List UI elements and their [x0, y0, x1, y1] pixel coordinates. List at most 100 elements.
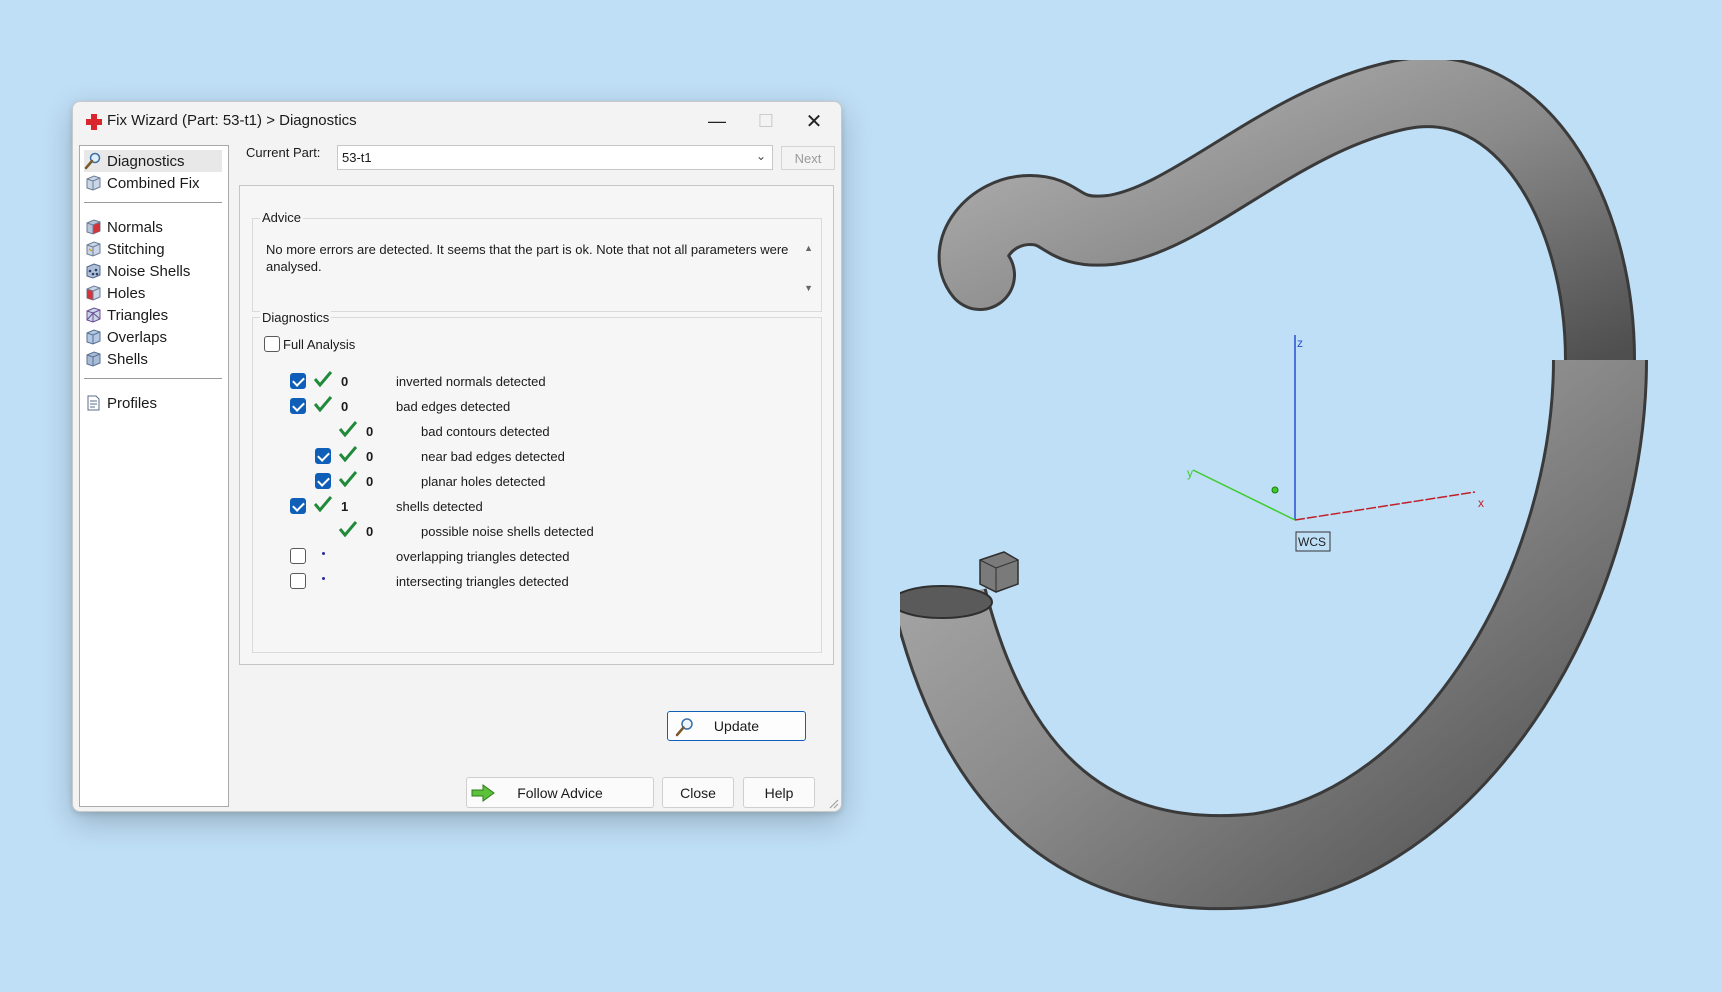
near-bad-edges-label: near bad edges detected	[421, 449, 565, 464]
checkmark-icon	[339, 471, 357, 487]
inverted-normals-label: inverted normals detected	[396, 374, 546, 389]
cube-icon	[86, 329, 101, 345]
advice-title: Advice	[260, 210, 304, 225]
nav-item-label: Holes	[107, 284, 146, 302]
maximize-button[interactable]: ☐	[743, 102, 789, 140]
nav-item-shells[interactable]: Shells	[84, 348, 222, 370]
nav-item-label: Normals	[107, 218, 163, 236]
bad-edges-count: 0	[341, 399, 349, 414]
noise-shells-label: possible noise shells detected	[421, 524, 594, 539]
red-cross-icon	[86, 114, 102, 130]
nav-item-diagnostics[interactable]: Diagnostics	[84, 150, 222, 172]
fix-wizard-nav: Diagnostics Combined Fix Normals Stitchi…	[79, 145, 229, 807]
cube-icon	[86, 219, 101, 235]
next-button[interactable]: Next	[781, 146, 835, 170]
cube-icon	[86, 351, 101, 367]
update-button[interactable]: Update	[667, 711, 806, 741]
title-bar[interactable]: Fix Wizard (Part: 53-t1) > Diagnostics —…	[73, 102, 841, 140]
help-button[interactable]: Help	[743, 777, 815, 808]
shells-count: 1	[341, 499, 349, 514]
scroll-up-icon[interactable]: ▲	[804, 243, 813, 253]
bad-edges-checkbox[interactable]	[290, 398, 306, 414]
overlapping-triangles-label: overlapping triangles detected	[396, 549, 570, 564]
checkmark-icon	[339, 521, 357, 537]
nav-item-stitching[interactable]: Stitching	[84, 238, 222, 260]
checkmark-icon	[339, 421, 357, 437]
shells-label: shells detected	[396, 499, 483, 514]
z-axis-label: z	[1297, 336, 1303, 350]
pending-dot-icon	[322, 552, 325, 555]
overlapping-triangles-checkbox[interactable]	[290, 548, 306, 564]
nav-item-combined-fix[interactable]: Combined Fix	[84, 172, 222, 194]
checkmark-icon	[339, 446, 357, 462]
minimize-button[interactable]: —	[694, 102, 740, 140]
diagnostics-title: Diagnostics	[260, 310, 332, 325]
nav-item-label: Shells	[107, 350, 148, 368]
nav-divider	[84, 378, 222, 379]
magnifier-icon	[675, 718, 693, 737]
near-bad-edges-count: 0	[366, 449, 374, 464]
nav-item-label: Overlaps	[107, 328, 168, 346]
nav-item-label: Triangles	[107, 306, 169, 324]
planar-holes-checkbox[interactable]	[315, 473, 331, 489]
resize-grip-icon[interactable]	[827, 797, 839, 809]
close-button[interactable]: Close	[662, 777, 734, 808]
near-bad-edges-checkbox[interactable]	[315, 448, 331, 464]
cube-icon	[86, 285, 101, 301]
document-icon	[87, 395, 100, 411]
current-part-label: Current Part:	[246, 145, 321, 160]
x-axis-label: x	[1478, 496, 1484, 510]
nav-item-label: Stitching	[107, 240, 165, 258]
arrow-right-icon	[471, 784, 495, 802]
cube-icon	[86, 175, 101, 191]
pending-dot-icon	[322, 577, 325, 580]
nav-item-label: Profiles	[107, 394, 158, 412]
update-label: Update	[713, 718, 760, 734]
nav-item-noise-shells[interactable]: Noise Shells	[84, 260, 222, 282]
3d-viewport[interactable]: z x y WCS	[900, 60, 1700, 940]
follow-advice-label: Follow Advice	[517, 784, 603, 801]
follow-advice-button[interactable]: Follow Advice	[466, 777, 654, 808]
nav-item-overlaps[interactable]: Overlaps	[84, 326, 222, 348]
3d-part-model	[900, 60, 1648, 911]
planar-holes-label: planar holes detected	[421, 474, 546, 489]
diagnostics-group: Full Analysis 0 inverted normals detecte…	[252, 317, 822, 653]
chevron-down-icon: ⌄	[755, 149, 766, 163]
current-part-dropdown[interactable]: 53-t1 ⌄	[337, 145, 773, 170]
bad-edges-label: bad edges detected	[396, 399, 511, 414]
intersecting-triangles-checkbox[interactable]	[290, 573, 306, 589]
cube-icon	[86, 263, 101, 279]
checkmark-icon	[314, 396, 332, 412]
inverted-normals-count: 0	[341, 374, 349, 389]
wcs-label: WCS	[1298, 535, 1326, 549]
nav-divider	[84, 202, 222, 203]
nav-item-normals[interactable]: Normals	[84, 216, 222, 238]
nav-item-profiles[interactable]: Profiles	[84, 392, 222, 414]
advice-text: No more errors are detected. It seems th…	[266, 242, 789, 274]
window-title: Fix Wizard (Part: 53-t1) > Diagnostics	[107, 112, 357, 129]
nav-item-label: Noise Shells	[107, 262, 191, 280]
nav-item-label: Combined Fix	[107, 174, 200, 192]
nav-item-triangles[interactable]: Triangles	[84, 304, 222, 326]
nav-item-holes[interactable]: Holes	[84, 282, 222, 304]
current-part-value: 53-t1	[342, 150, 372, 165]
advice-group: No more errors are detected. It seems th…	[252, 218, 822, 312]
full-analysis-label: Full Analysis	[283, 337, 356, 352]
bad-contours-count: 0	[366, 424, 374, 439]
close-window-button[interactable]: ✕	[791, 102, 837, 140]
inverted-normals-checkbox[interactable]	[290, 373, 306, 389]
noise-shells-count: 0	[366, 524, 374, 539]
planar-holes-count: 0	[366, 474, 374, 489]
shells-checkbox[interactable]	[290, 498, 306, 514]
checkmark-icon	[314, 371, 332, 387]
cube-icon	[86, 307, 101, 323]
checkmark-icon	[314, 496, 332, 512]
bad-contours-label: bad contours detected	[421, 424, 550, 439]
intersecting-triangles-label: intersecting triangles detected	[396, 574, 569, 589]
fix-wizard-window: Fix Wizard (Part: 53-t1) > Diagnostics —…	[72, 101, 842, 812]
scroll-down-icon[interactable]: ▼	[804, 283, 813, 293]
wcs-axes: z x y WCS	[1187, 335, 1484, 552]
cube-icon	[86, 241, 101, 257]
full-analysis-checkbox[interactable]	[264, 336, 280, 352]
magnifier-icon	[84, 152, 101, 170]
